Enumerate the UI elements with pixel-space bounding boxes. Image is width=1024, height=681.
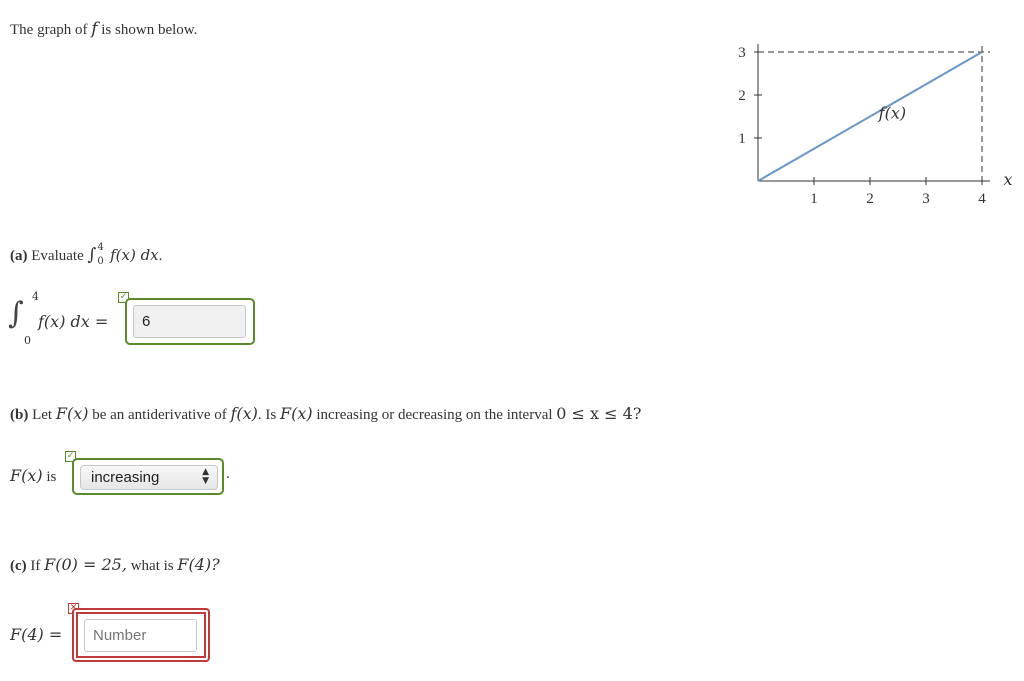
- part-c-condition: F(0) = 25,: [44, 555, 127, 574]
- part-b-lhs-is: is: [46, 469, 57, 485]
- y-tick-label: 2: [738, 88, 746, 104]
- function-graph: 1 2 3 4 1 2 3 f(x) x: [738, 44, 1013, 207]
- x-tick-label: 3: [922, 191, 930, 207]
- part-a-lower-limit: 0: [97, 255, 104, 267]
- part-a-question: (a) Evaluate ∫ 4 0 f(x) dx.: [10, 241, 163, 267]
- part-c-target: F(4)?: [177, 555, 220, 574]
- part-b-interval: 0 ≤ x ≤ 4?: [556, 404, 642, 423]
- part-b-f: f(x): [230, 404, 258, 423]
- part-c-lhs-text: F(4) =: [10, 625, 63, 644]
- x-tick-label: 1: [810, 191, 818, 207]
- y-tick-label: 3: [738, 45, 746, 61]
- part-b-lhs-F: F(x): [10, 466, 43, 485]
- function-label: f(x): [878, 104, 906, 123]
- part-c-question: (c) If F(0) = 25, what is F(4)?: [10, 555, 220, 575]
- part-c-answer-lhs: F(4) =: [10, 625, 62, 645]
- part-b-F-2: F(x): [280, 404, 313, 423]
- part-a-lhs-text: f(x) dx =: [38, 312, 109, 331]
- part-b-question: (b) Let F(x) be an antiderivative of f(x…: [10, 404, 641, 424]
- x-axis-label: x: [1003, 170, 1012, 189]
- part-b-trailing: .: [226, 466, 230, 482]
- part-b-prompt-2: be an antiderivative of: [92, 407, 227, 423]
- part-a-lhs-upper: 4: [32, 290, 39, 303]
- part-b-answer-lhs: F(x) is: [10, 466, 56, 486]
- part-b-select[interactable]: increasing ▲ ▼: [80, 465, 218, 490]
- part-a-label: (a): [10, 248, 28, 264]
- part-b-prompt-3: . Is: [257, 407, 277, 423]
- x-tick-label: 2: [866, 191, 874, 207]
- part-a-prompt: Evaluate: [31, 248, 84, 264]
- part-c-label: (c): [10, 558, 27, 574]
- part-b-F: F(x): [55, 404, 89, 423]
- select-updown-arrow-icon: ▲ ▼: [202, 467, 209, 486]
- intro-after: is shown below.: [101, 22, 198, 38]
- function-line: [757, 51, 983, 182]
- y-tick-label: 1: [738, 131, 746, 147]
- part-a-answer-frame: 6: [125, 298, 255, 345]
- intro-fn: f: [91, 19, 98, 39]
- part-a-answer-input[interactable]: 6: [133, 305, 246, 338]
- part-a-answer-lhs: ∫ 4 0 f(x) dx =: [8, 290, 128, 350]
- part-a-integrand: f(x) dx: [110, 246, 159, 264]
- part-b-prompt-1: Let: [32, 407, 53, 423]
- part-a-lhs-integral-sign: ∫: [8, 296, 24, 331]
- intro-before: The graph of: [10, 22, 88, 38]
- part-a-upper-limit: 4: [97, 241, 104, 253]
- part-a-lhs-lower: 0: [24, 334, 31, 347]
- part-c-answer-input[interactable]: [84, 619, 197, 652]
- part-c-answer-frame: [72, 608, 210, 662]
- part-b-label: (b): [10, 407, 29, 423]
- intro-text: The graph of f is shown below.: [10, 19, 197, 39]
- part-b-answer-frame: increasing ▲ ▼: [72, 458, 224, 495]
- x-tick-label: 4: [978, 191, 986, 207]
- part-a-limits: 40: [96, 242, 106, 267]
- part-c-prompt-1: If: [30, 558, 41, 574]
- part-a-integral-sign: ∫: [87, 245, 97, 265]
- part-b-prompt-4: increasing or decreasing on the interval: [316, 407, 553, 423]
- part-c-prompt-2: what is: [130, 558, 174, 574]
- part-b-selected-option: increasing: [91, 469, 160, 486]
